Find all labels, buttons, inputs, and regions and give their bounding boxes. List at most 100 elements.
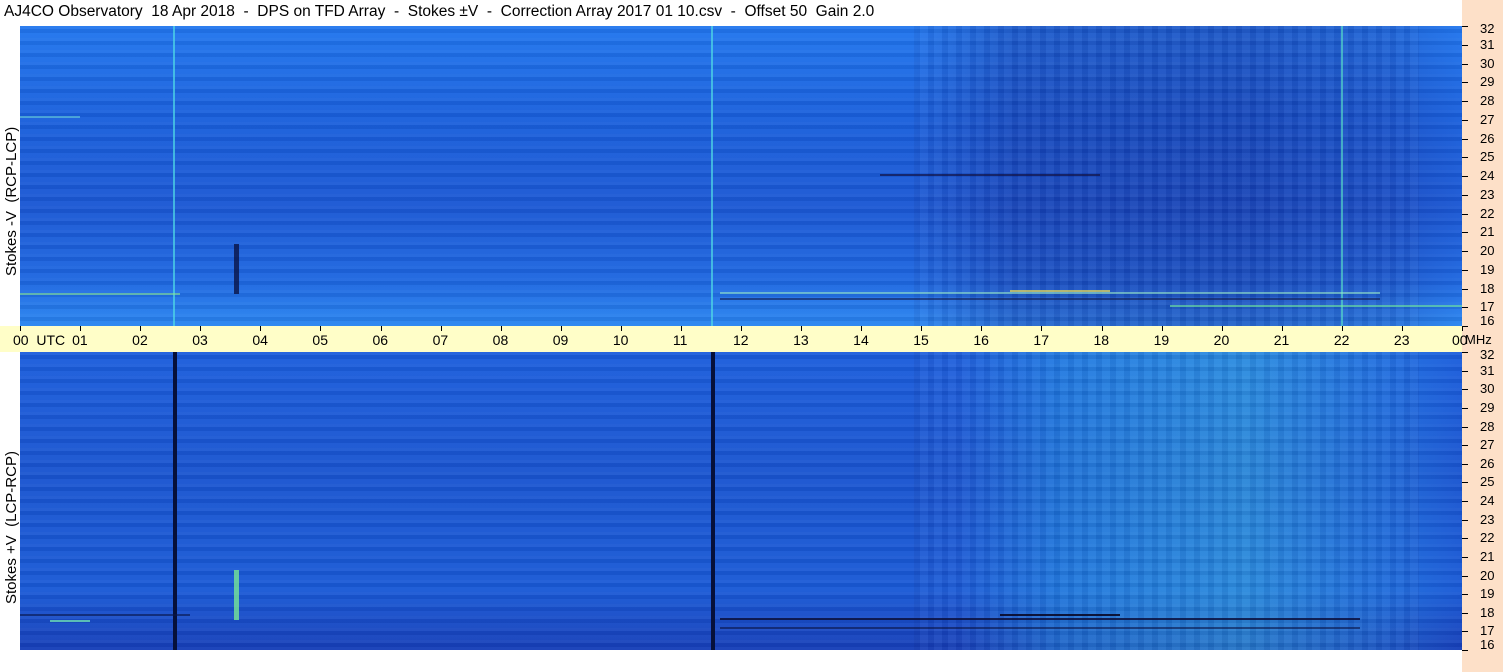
- mhz-tick-mark: [1462, 445, 1468, 447]
- mhz-tick-mark: [1462, 63, 1468, 65]
- time-marker-line: [173, 26, 176, 326]
- mhz-tick-label: 16: [1480, 313, 1495, 328]
- utc-tick-label: 22: [1333, 332, 1350, 348]
- mhz-tick-label: 19: [1480, 586, 1495, 602]
- mhz-tick-mark: [1462, 194, 1468, 196]
- rfi-streak: [20, 116, 80, 118]
- rfi-streak: [720, 618, 1360, 620]
- time-band-texture: [914, 352, 1419, 650]
- mhz-tick-label: 20: [1480, 243, 1495, 258]
- utc-tick-label: 10: [612, 332, 629, 348]
- rfi-streak: [1000, 614, 1120, 616]
- burst-mark: [234, 244, 239, 294]
- mhz-tick-mark: [1462, 101, 1468, 102]
- chart-title: AJ4CO Observatory 18 Apr 2018 - DPS on T…: [4, 3, 875, 20]
- mhz-tick-mark: [1462, 26, 1468, 27]
- mhz-tick-mark: [1462, 389, 1468, 391]
- mhz-tick-label: 29: [1480, 74, 1495, 90]
- stokes-minus-v-spectrogram: [20, 26, 1462, 326]
- utc-tick-label: 06: [372, 332, 389, 348]
- utc-tick-mark: [1281, 326, 1283, 331]
- mhz-tick-label: 24: [1480, 168, 1495, 183]
- utc-tick-mark: [1041, 326, 1043, 331]
- mhz-tick-mark: [1462, 157, 1468, 159]
- utc-tick-label: 07: [432, 332, 449, 348]
- mhz-tick-mark: [1462, 650, 1468, 651]
- utc-tick-label: 05: [312, 332, 328, 348]
- mhz-tick-mark: [1462, 612, 1468, 614]
- mhz-tick-label: 28: [1480, 418, 1495, 434]
- mhz-tick-label: 22: [1480, 530, 1495, 546]
- utc-time-axis: [0, 326, 1462, 352]
- mhz-tick-label: 27: [1480, 111, 1495, 127]
- mhz-tick-mark: [1462, 426, 1468, 428]
- mhz-tick-label: 20: [1480, 567, 1495, 583]
- mhz-tick-label: 26: [1480, 130, 1495, 146]
- utc-tick-label: 09: [552, 332, 569, 348]
- mhz-tick-label: 28: [1480, 93, 1495, 108]
- utc-tick-mark: [80, 326, 82, 331]
- utc-tick-label: 20: [1213, 332, 1230, 348]
- mhz-tick-mark: [1462, 631, 1468, 633]
- mhz-tick-label: 31: [1480, 362, 1495, 378]
- mhz-tick-label: 30: [1480, 381, 1495, 397]
- time-marker-line: [710, 26, 713, 326]
- utc-tick-label: 03: [192, 332, 208, 348]
- utc-tick-mark: [380, 326, 382, 331]
- rfi-streak: [720, 627, 1360, 629]
- utc-tick-label: 15: [913, 332, 929, 348]
- utc-tick-label: 00 UTC: [13, 332, 66, 348]
- bottom-panel-ylabel: Stokes +V (LCP-RCP): [3, 451, 20, 604]
- utc-tick-mark: [741, 326, 742, 331]
- mhz-tick-label: 26: [1480, 455, 1495, 471]
- utc-tick-label: 08: [492, 332, 509, 348]
- utc-tick-label: 02: [132, 332, 148, 348]
- utc-tick-label: 13: [793, 332, 809, 348]
- mhz-tick-mark: [1462, 594, 1468, 596]
- utc-tick-mark: [1101, 326, 1103, 331]
- utc-tick-mark: [500, 326, 502, 331]
- mhz-tick-label: 17: [1480, 299, 1495, 315]
- mhz-tick-label: 18: [1480, 280, 1495, 296]
- utc-tick-mark: [320, 326, 322, 331]
- mhz-tick-label: 25: [1480, 474, 1495, 490]
- stokes-plus-v-spectrogram: [20, 352, 1462, 650]
- utc-tick-mark: [440, 326, 442, 331]
- mhz-tick-label: 29: [1480, 399, 1495, 415]
- rfi-streak: [880, 174, 1100, 176]
- mhz-tick-label: 30: [1480, 55, 1495, 71]
- mhz-tick-mark: [1462, 501, 1468, 502]
- mhz-tick-mark: [1462, 232, 1468, 234]
- time-marker-line: [173, 352, 178, 650]
- utc-tick-label: 14: [853, 332, 869, 348]
- utc-tick-mark: [1341, 326, 1343, 331]
- utc-tick-label: 01: [72, 332, 88, 348]
- utc-tick-mark: [921, 326, 923, 331]
- utc-tick-label: 17: [1033, 332, 1049, 348]
- mhz-tick-label: 31: [1480, 36, 1495, 52]
- utc-tick-mark: [801, 326, 803, 331]
- burst-mark: [234, 570, 239, 620]
- mhz-tick-label: 32: [1480, 21, 1495, 36]
- mhz-tick-label: 23: [1480, 186, 1495, 202]
- mhz-tick-mark: [1462, 556, 1468, 558]
- rfi-streak: [20, 293, 180, 295]
- mhz-tick-mark: [1462, 82, 1468, 84]
- mhz-tick-label: 22: [1480, 205, 1495, 221]
- utc-tick-mark: [1221, 326, 1223, 331]
- mhz-tick-mark: [1462, 138, 1468, 140]
- utc-tick-label: 18: [1093, 332, 1110, 348]
- utc-tick-mark: [620, 326, 622, 331]
- mhz-tick-label: 25: [1480, 149, 1495, 165]
- rfi-streak: [1170, 305, 1462, 307]
- utc-tick-label: 12: [733, 332, 749, 348]
- mhz-tick-mark: [1462, 288, 1468, 290]
- time-marker-line: [1341, 26, 1343, 326]
- mhz-tick-mark: [1462, 326, 1468, 327]
- frequency-unit-label: MHz: [1465, 332, 1492, 347]
- mhz-tick-mark: [1462, 538, 1468, 540]
- rfi-streak: [720, 298, 1380, 300]
- utc-tick-mark: [1161, 326, 1163, 331]
- mhz-tick-mark: [1462, 307, 1468, 309]
- utc-tick-label: 23: [1393, 332, 1410, 348]
